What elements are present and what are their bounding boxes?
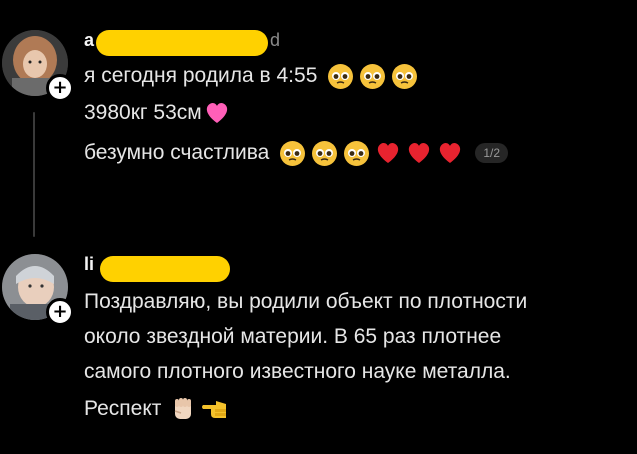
page-indicator-badge[interactable]: 1/2	[475, 143, 509, 163]
backhand-index-pointing-left-emoji	[201, 396, 229, 422]
post-1-line-1: я сегодня родила в 4:55	[84, 62, 418, 90]
follow-plus-icon[interactable]: +	[46, 298, 74, 326]
username-redaction	[100, 256, 230, 282]
post-1-line-3: безумно счастлива 1/2	[84, 139, 509, 167]
pink-heart-emoji	[204, 101, 230, 125]
post-text: Респект	[84, 397, 162, 420]
red-heart-emoji	[375, 141, 401, 165]
post-1-avatar-wrap[interactable]: +	[2, 30, 74, 102]
follow-plus-icon[interactable]: +	[46, 74, 74, 102]
pleading-face-emoji	[343, 140, 370, 167]
post-text: 3980кг 53см	[84, 101, 202, 124]
pleading-face-emoji	[279, 140, 306, 167]
username-start[interactable]: li	[84, 254, 94, 275]
red-heart-emoji	[437, 141, 463, 165]
post-1-line-2: 3980кг 53см	[84, 99, 230, 127]
username-start[interactable]: a	[84, 30, 94, 51]
post-text: я сегодня родила в 4:55	[84, 64, 318, 87]
post-text: Поздравляю, вы родили объект по плотност…	[84, 290, 528, 313]
post-2-line-4: Респект	[84, 395, 229, 423]
post-2-username-row[interactable]: li	[84, 254, 244, 282]
post-text: безумно счастлива	[84, 141, 270, 164]
post-2-line-3: самого плотного известного науке металла…	[84, 358, 511, 386]
post-2-line-1: Поздравляю, вы родили объект по плотност…	[84, 288, 527, 316]
pleading-face-emoji	[327, 63, 354, 90]
post-2-line-2: около звездной материи. В 65 раз плотнее	[84, 323, 501, 351]
post-text: около звездной материи. В 65 раз плотнее	[84, 325, 502, 348]
red-heart-emoji	[406, 141, 432, 165]
pleading-face-emoji	[359, 63, 386, 90]
username-redaction	[96, 30, 268, 56]
post-text: самого плотного известного науке металла…	[84, 360, 511, 383]
post-1: + a d я сегодня родила в 4:55 3980кг 53с…	[0, 0, 637, 240]
thread-line	[33, 112, 35, 237]
pleading-face-emoji	[391, 63, 418, 90]
username-end: d	[270, 30, 281, 50]
pleading-face-emoji	[311, 140, 338, 167]
post-1-username-row[interactable]: a d	[84, 30, 304, 56]
post-2: + li Поздравляю, вы родили объект по пло…	[0, 240, 637, 454]
post-2-avatar-wrap[interactable]: +	[2, 254, 74, 326]
raised-fist-emoji	[169, 395, 197, 423]
